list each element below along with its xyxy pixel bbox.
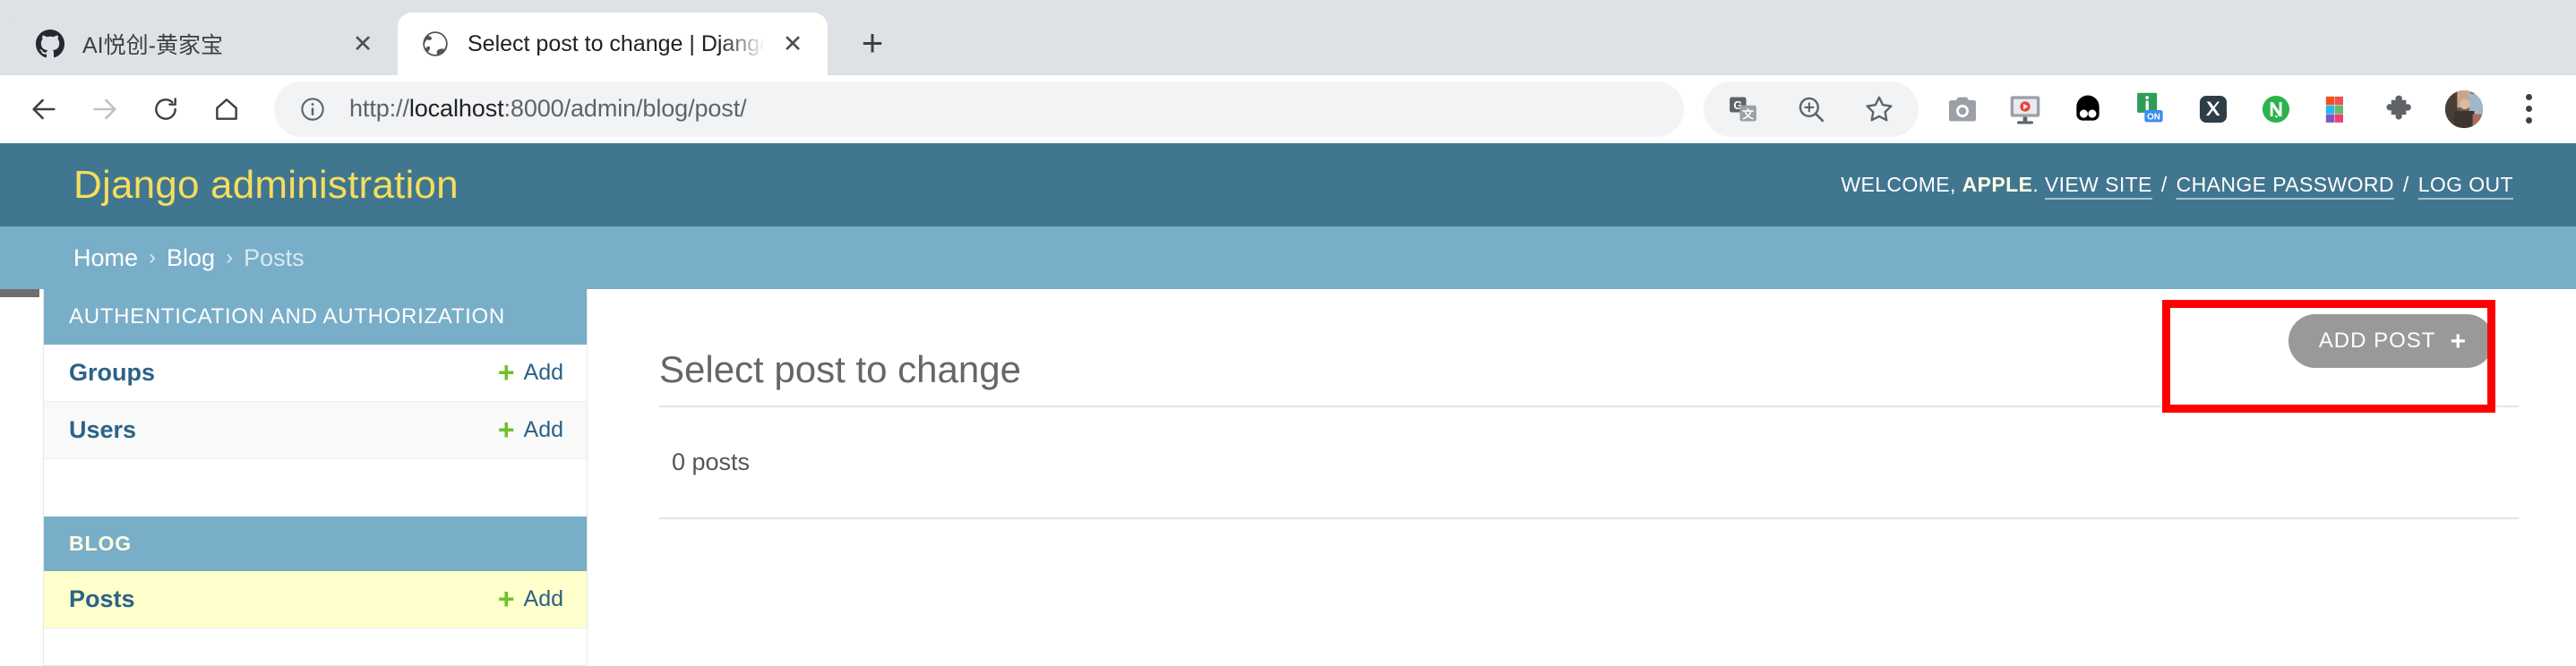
add-link-label: Add (523, 586, 563, 611)
address-bar-text: http://localhost:8000/admin/blog/post/ (349, 95, 747, 123)
content-divider-bottom (659, 517, 2519, 519)
tab-close-icon[interactable]: ✕ (348, 29, 378, 59)
log-out-link[interactable]: LOG OUT (2418, 173, 2513, 197)
url-path: :8000/admin/blog/post/ (503, 95, 747, 122)
site-branding[interactable]: Django administration (73, 163, 459, 208)
extension-icon-group: ON (1931, 84, 2495, 134)
result-count: 0 posts (672, 448, 751, 475)
browser-tab-0[interactable]: AI悦创-黄家宝 ✕ (13, 13, 398, 75)
svg-text:ON: ON (2147, 112, 2160, 122)
add-post-button-label: ADD POST (2318, 329, 2436, 353)
add-link-posts[interactable]: + Add (497, 582, 563, 615)
immersive-translate-icon[interactable]: ON (2125, 84, 2176, 134)
add-link-label: Add (523, 417, 563, 442)
bookmark-star-icon[interactable] (1854, 84, 1904, 134)
camera-screenshot-icon[interactable] (1937, 84, 1988, 134)
url-host: localhost (408, 95, 504, 122)
breadcrumb-separator: › (149, 245, 157, 269)
left-gutter (0, 289, 43, 666)
model-link-posts[interactable]: Posts (69, 585, 135, 613)
page-title: Select post to change (659, 348, 1021, 391)
model-link-users[interactable]: Users (69, 416, 136, 444)
breadcrumb-home[interactable]: Home (73, 244, 138, 272)
main-content: Select post to change ADD POST + 0 posts (588, 289, 2576, 666)
plus-icon: + (2450, 326, 2467, 356)
browser-toolbar: http://localhost:8000/admin/blog/post/ G… (0, 75, 2576, 143)
momentum-icon[interactable] (2063, 84, 2113, 134)
page-body: AUTHENTICATION AND AUTHORIZATION Groups … (0, 289, 2576, 666)
breadcrumb-current: Posts (244, 243, 305, 271)
django-header: Django administration WELCOME, APPLE . V… (0, 143, 2576, 226)
user-link-separator-2: / (2402, 173, 2409, 196)
welcome-prefix: WELCOME, (1841, 173, 1956, 196)
model-link-groups[interactable]: Groups (69, 359, 155, 387)
app-module-title[interactable]: AUTHENTICATION AND AUTHORIZATION (44, 289, 587, 345)
add-link-label: Add (523, 360, 563, 385)
model-row-groups: Groups + Add (44, 345, 587, 402)
back-arrow-icon[interactable] (16, 81, 72, 137)
svg-text:文: 文 (1742, 107, 1754, 120)
username-label: APPLE (1962, 173, 2033, 196)
address-bar[interactable]: http://localhost:8000/admin/blog/post/ (274, 81, 1684, 137)
object-tools: ADD POST + (2288, 314, 2494, 368)
breadcrumb-separator: › (226, 245, 234, 269)
extensions-puzzle-icon[interactable] (2376, 84, 2426, 134)
plus-icon: + (497, 355, 515, 388)
chrome-menu-icon[interactable] (2504, 83, 2553, 135)
url-scheme: http:// (349, 95, 409, 122)
tab-title: Select post to change | Django site admi… (468, 30, 765, 56)
welcome-period: . (2032, 173, 2039, 196)
nimbus-icon[interactable] (2251, 84, 2301, 134)
globe-icon (421, 30, 450, 58)
app-module-auth: AUTHENTICATION AND AUTHORIZATION Groups … (44, 289, 587, 459)
model-row-posts: Posts + Add (44, 571, 587, 628)
change-password-link[interactable]: CHANGE PASSWORD (2177, 173, 2394, 197)
site-info-icon[interactable] (299, 96, 330, 123)
browser-tab-1[interactable]: Select post to change | Django site admi… (398, 13, 828, 75)
add-link-users[interactable]: + Add (497, 413, 563, 446)
github-icon (36, 30, 64, 58)
horizontal-scrollbar[interactable] (0, 289, 39, 297)
add-link-groups[interactable]: + Add (497, 355, 563, 388)
django-admin-page: Django administration WELCOME, APPLE . V… (0, 143, 2576, 666)
content-header: Select post to change ADD POST + (659, 289, 2519, 413)
add-post-button[interactable]: ADD POST + (2288, 314, 2494, 368)
video-downloader-icon[interactable] (2000, 84, 2050, 134)
model-row-users: Users + Add (44, 402, 587, 459)
plus-icon: + (497, 582, 515, 615)
color-grid-icon[interactable] (2314, 84, 2364, 134)
tab-title: AI悦创-黄家宝 (82, 33, 223, 58)
breadcrumb-blog[interactable]: Blog (167, 244, 215, 272)
tab-strip: AI悦创-黄家宝 ✕ Select post to change | Djang… (0, 0, 2576, 75)
admin-app-list: AUTHENTICATION AND AUTHORIZATION Groups … (43, 289, 588, 666)
view-site-link[interactable]: VIEW SITE (2045, 173, 2152, 197)
x-twitter-icon[interactable] (2188, 84, 2238, 134)
forward-arrow-icon (77, 81, 133, 137)
app-module-blog: BLOG Posts + Add (44, 517, 587, 628)
breadcrumb: Home › Blog › Posts (0, 226, 2576, 289)
plus-icon: + (497, 413, 515, 446)
user-link-separator-1: / (2160, 173, 2168, 196)
module-spacer (44, 459, 587, 517)
user-tools: WELCOME, APPLE . VIEW SITE / CHANGE PASS… (1841, 173, 2513, 197)
profile-avatar-icon[interactable] (2439, 84, 2489, 134)
translate-icon[interactable]: G 文 (1718, 84, 1768, 134)
reload-icon[interactable] (138, 81, 193, 137)
home-icon[interactable] (199, 81, 254, 137)
zoom-in-icon[interactable] (1786, 84, 1836, 134)
omnibox-action-group: G 文 (1704, 81, 1919, 137)
browser-window: AI悦创-黄家宝 ✕ Select post to change | Djang… (0, 0, 2576, 666)
app-module-title[interactable]: BLOG (44, 517, 587, 571)
new-tab-button[interactable]: + (847, 18, 897, 68)
tab-close-icon[interactable]: ✕ (777, 29, 808, 59)
